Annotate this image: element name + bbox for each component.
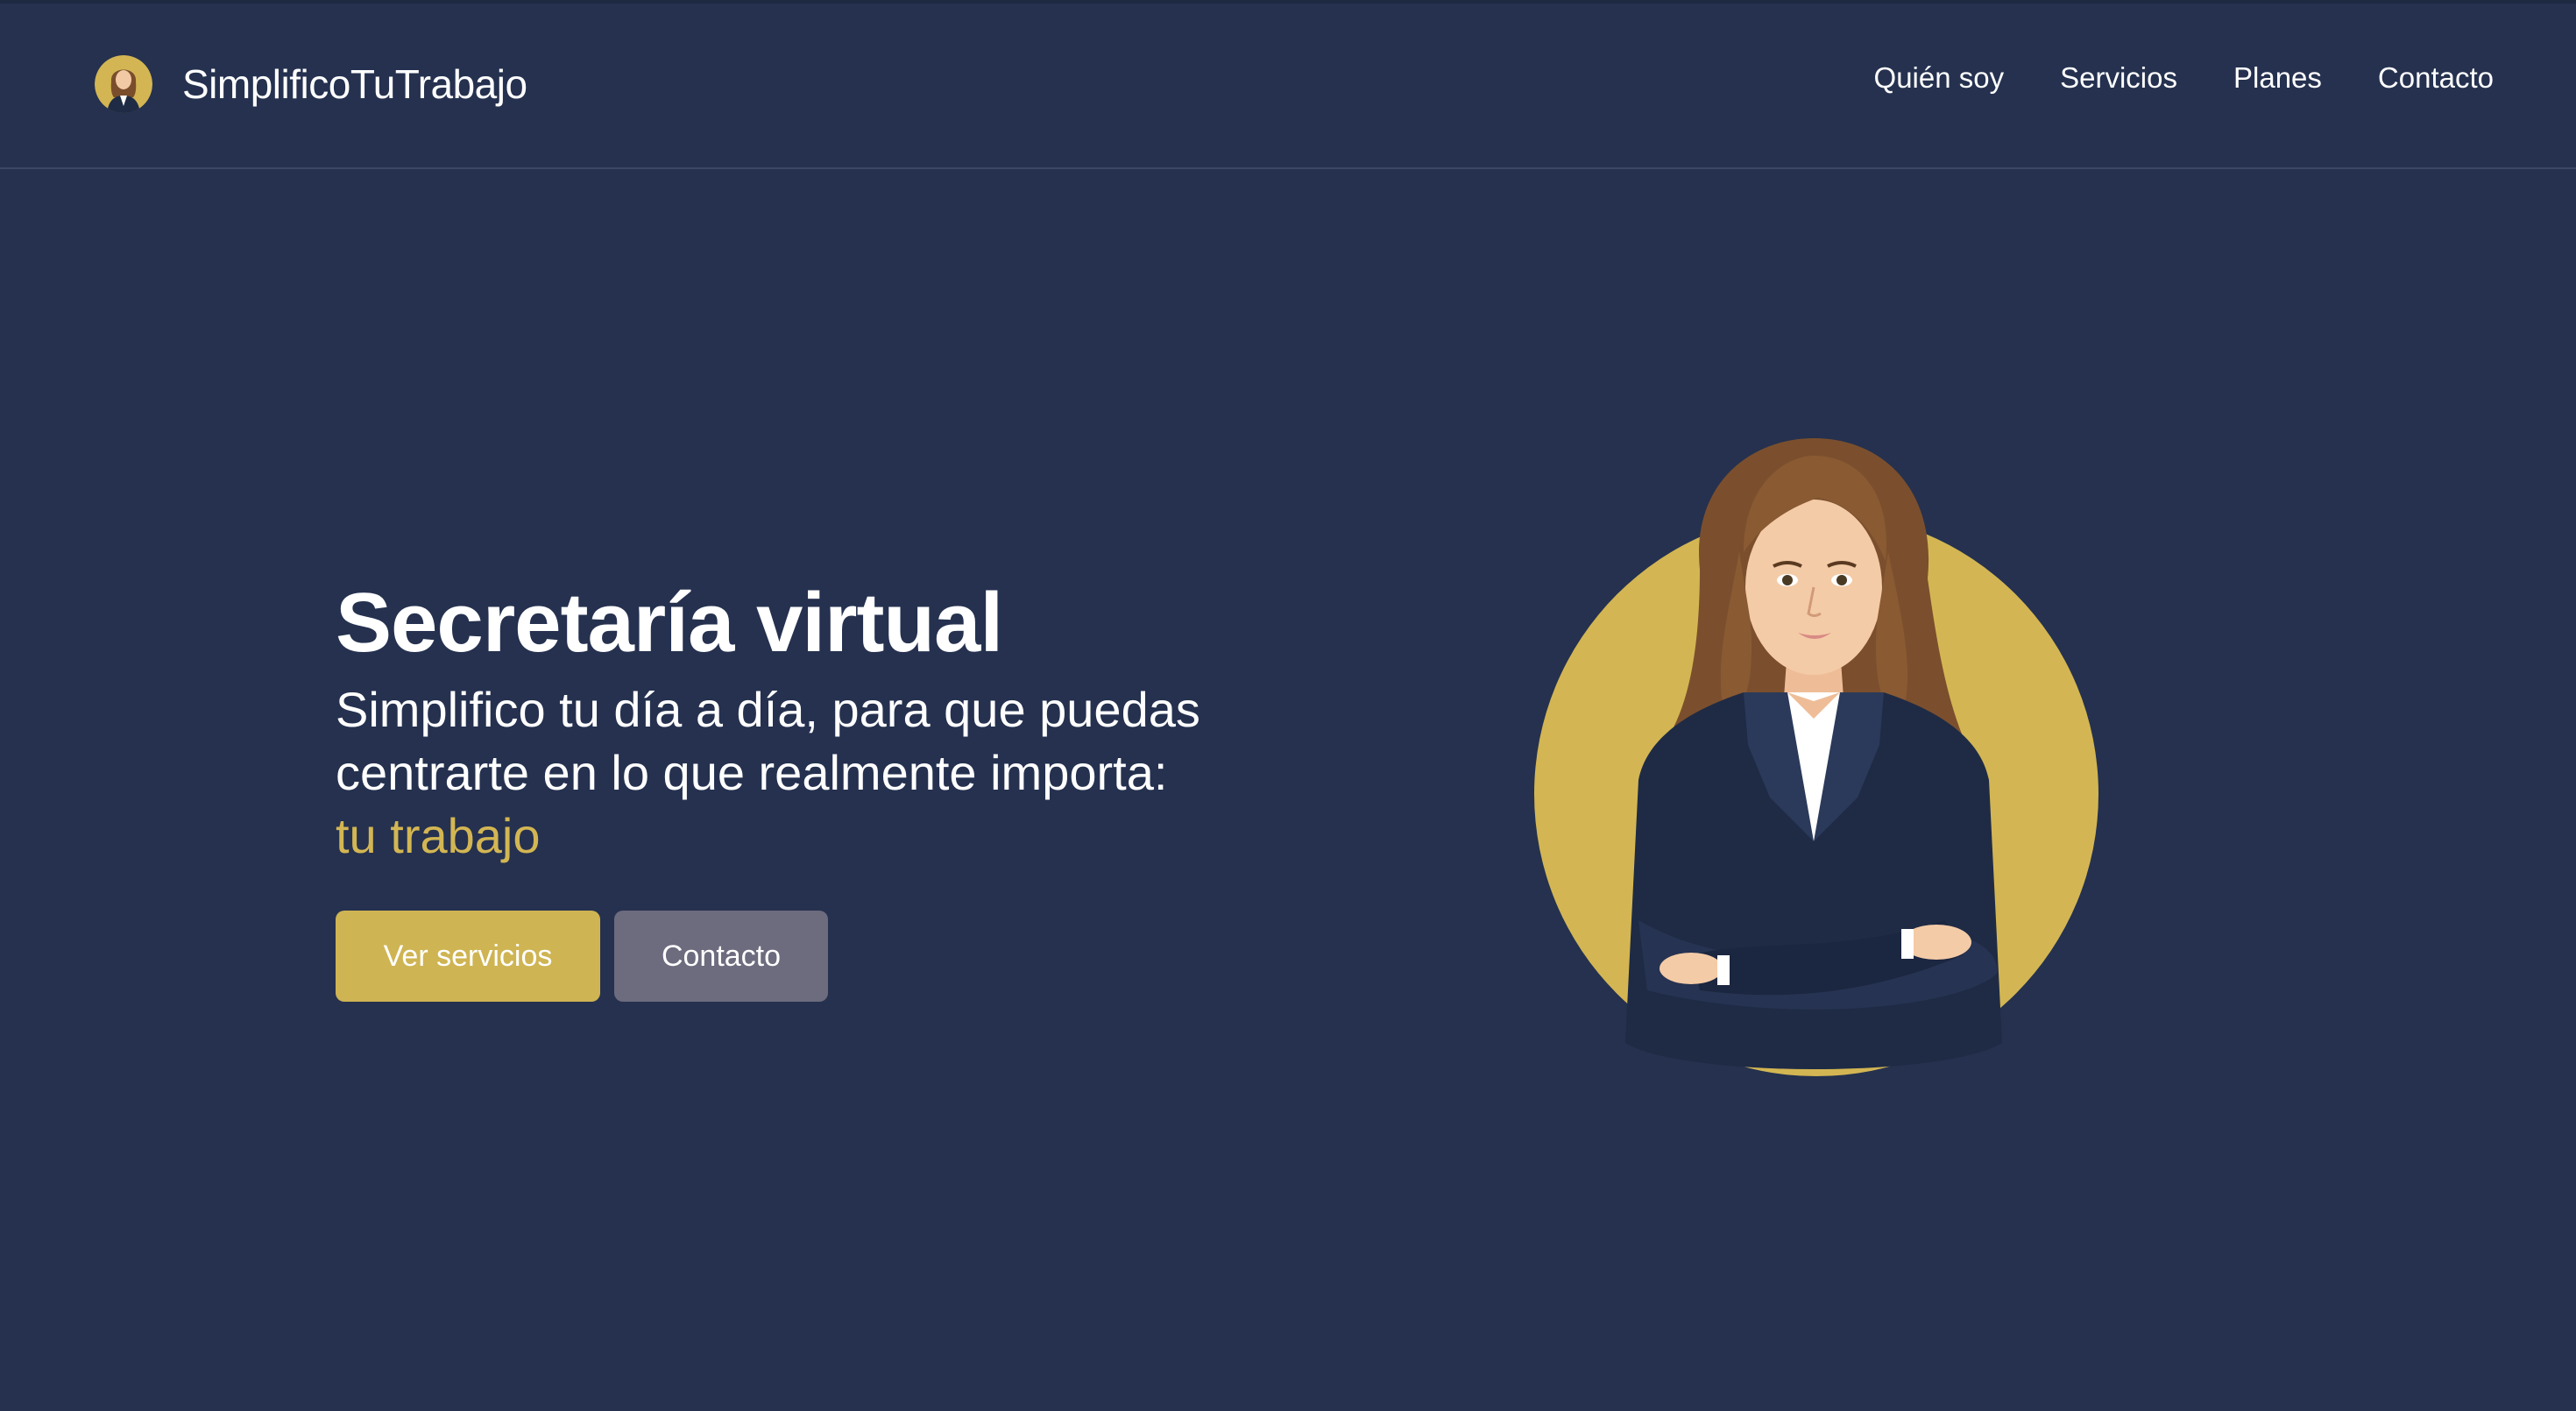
hero-subtitle: Simplifico tu día a día, para que puedas… — [336, 678, 1282, 868]
hero-subtitle-line2: centrarte en lo que realmente importa: — [336, 745, 1168, 800]
hero-title: Secretaría virtual — [336, 576, 1003, 670]
woman-avatar-icon — [95, 55, 152, 113]
brand-name: SimplificoTuTrabajo — [182, 61, 527, 107]
contacto-button[interactable]: Contacto — [614, 911, 828, 1002]
nav-link-planes[interactable]: Planes — [2233, 61, 2322, 95]
ver-servicios-button[interactable]: Ver servicios — [336, 911, 600, 1002]
hero-subtitle-accent: tu trabajo — [336, 808, 541, 863]
nav-link-contacto[interactable]: Contacto — [2378, 61, 2494, 95]
hero-buttons: Ver servicios Contacto — [336, 911, 828, 1002]
hero-subtitle-line1: Simplifico tu día a día, para que puedas — [336, 682, 1200, 737]
brand[interactable]: SimplificoTuTrabajo — [95, 53, 527, 116]
hero-section: Secretaría virtual Simplifico tu día a d… — [336, 575, 1282, 868]
site-header: SimplificoTuTrabajo Quién soy Servicios … — [0, 0, 2576, 169]
woman-in-suit-illustration — [1534, 438, 2098, 1076]
nav-link-servicios[interactable]: Servicios — [2060, 61, 2177, 95]
nav-link-quien-soy[interactable]: Quién soy — [1874, 61, 2005, 95]
main-nav: Quién soy Servicios Planes Contacto — [1874, 61, 2494, 95]
